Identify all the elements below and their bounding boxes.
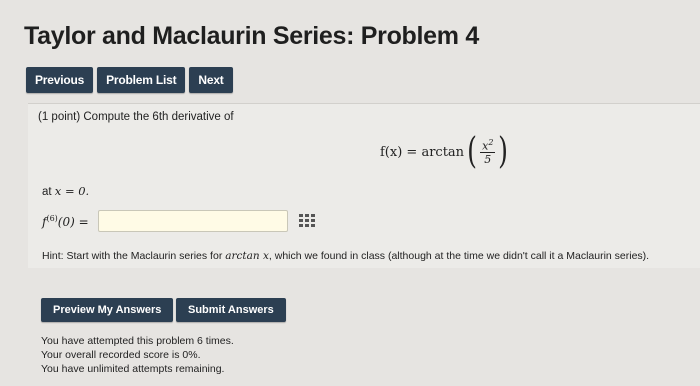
problem-nav: Previous Problem List Next [26,67,233,93]
right-paren: ) [498,131,509,172]
preview-answers-button[interactable]: Preview My Answers [41,298,174,322]
status-score: Your overall recorded score is 0%. [41,349,201,361]
status-attempts: You have attempted this problem 6 times. [41,335,234,347]
page-title: Taylor and Maclaurin Series: Problem 4 [24,22,479,50]
attempt-status: You have attempted this problem 6 times.… [41,334,234,376]
formula-fraction: x2 5 [480,137,496,167]
fraction-numerator: x2 [480,137,496,154]
problem-statement: (1 point) Compute the 6th derivative of [38,111,234,123]
status-remaining: You have unlimited attempts remaining. [41,363,225,375]
next-button[interactable]: Next [189,67,233,93]
left-paren: ( [467,131,477,172]
problem-panel [28,103,700,268]
hint-text: Hint: Start with the Maclaurin series fo… [42,250,650,262]
function-formula: f(x) = arctan ( x2 5 ) [380,134,511,170]
evaluation-point: at x = 0. [42,184,90,198]
answer-label: f(6)(0) = [42,214,89,229]
formula-lhs: f(x) = arctan [380,144,465,160]
previous-button[interactable]: Previous [26,67,94,93]
fraction-denominator: 5 [484,153,492,167]
grid-icon[interactable] [299,214,315,228]
answer-field[interactable] [98,210,288,232]
problem-list-button[interactable]: Problem List [97,67,186,93]
submit-answers-button[interactable]: Submit Answers [176,298,286,322]
